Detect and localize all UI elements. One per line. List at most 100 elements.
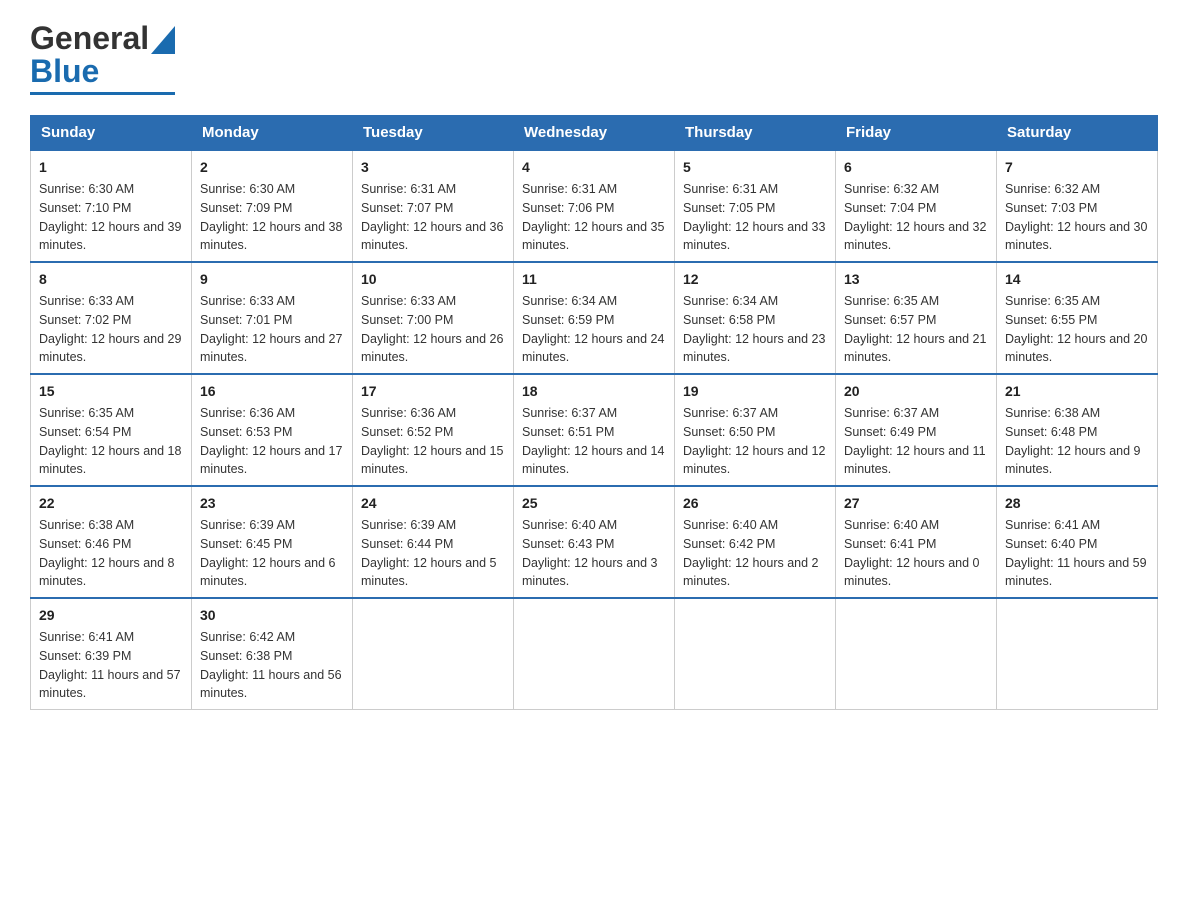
- calendar-cell: 16Sunrise: 6:36 AMSunset: 6:53 PMDayligh…: [192, 374, 353, 486]
- day-number: 12: [683, 269, 827, 290]
- daylight-text: Daylight: 12 hours and 9 minutes.: [1005, 444, 1141, 477]
- daylight-text: Daylight: 12 hours and 3 minutes.: [522, 556, 658, 589]
- sunrise-text: Sunrise: 6:34 AM: [522, 294, 617, 308]
- sunset-text: Sunset: 6:59 PM: [522, 313, 614, 327]
- calendar-cell: 14Sunrise: 6:35 AMSunset: 6:55 PMDayligh…: [997, 262, 1158, 374]
- daylight-text: Daylight: 12 hours and 32 minutes.: [844, 220, 986, 253]
- day-number: 30: [200, 605, 344, 626]
- calendar-cell: 27Sunrise: 6:40 AMSunset: 6:41 PMDayligh…: [836, 486, 997, 598]
- daylight-text: Daylight: 12 hours and 0 minutes.: [844, 556, 980, 589]
- sunset-text: Sunset: 7:05 PM: [683, 201, 775, 215]
- sunset-text: Sunset: 7:07 PM: [361, 201, 453, 215]
- sunrise-text: Sunrise: 6:31 AM: [683, 182, 778, 196]
- sunset-text: Sunset: 6:55 PM: [1005, 313, 1097, 327]
- calendar-cell: 13Sunrise: 6:35 AMSunset: 6:57 PMDayligh…: [836, 262, 997, 374]
- sunrise-text: Sunrise: 6:40 AM: [522, 518, 617, 532]
- day-number: 24: [361, 493, 505, 514]
- sunrise-text: Sunrise: 6:37 AM: [683, 406, 778, 420]
- sunset-text: Sunset: 7:03 PM: [1005, 201, 1097, 215]
- sunrise-text: Sunrise: 6:41 AM: [39, 630, 134, 644]
- sunrise-text: Sunrise: 6:35 AM: [844, 294, 939, 308]
- sunset-text: Sunset: 6:44 PM: [361, 537, 453, 551]
- header-monday: Monday: [192, 116, 353, 151]
- daylight-text: Daylight: 12 hours and 15 minutes.: [361, 444, 503, 477]
- sunrise-text: Sunrise: 6:30 AM: [200, 182, 295, 196]
- calendar-cell: 19Sunrise: 6:37 AMSunset: 6:50 PMDayligh…: [675, 374, 836, 486]
- sunrise-text: Sunrise: 6:38 AM: [39, 518, 134, 532]
- calendar-table: SundayMondayTuesdayWednesdayThursdayFrid…: [30, 115, 1158, 710]
- daylight-text: Daylight: 12 hours and 5 minutes.: [361, 556, 497, 589]
- calendar-cell: 22Sunrise: 6:38 AMSunset: 6:46 PMDayligh…: [31, 486, 192, 598]
- daylight-text: Daylight: 12 hours and 2 minutes.: [683, 556, 819, 589]
- day-number: 23: [200, 493, 344, 514]
- day-number: 10: [361, 269, 505, 290]
- day-number: 14: [1005, 269, 1149, 290]
- daylight-text: Daylight: 12 hours and 26 minutes.: [361, 332, 503, 365]
- day-number: 16: [200, 381, 344, 402]
- calendar-cell: 3Sunrise: 6:31 AMSunset: 7:07 PMDaylight…: [353, 150, 514, 262]
- sunrise-text: Sunrise: 6:33 AM: [361, 294, 456, 308]
- sunrise-text: Sunrise: 6:36 AM: [361, 406, 456, 420]
- sunrise-text: Sunrise: 6:33 AM: [39, 294, 134, 308]
- daylight-text: Daylight: 12 hours and 18 minutes.: [39, 444, 181, 477]
- sunrise-text: Sunrise: 6:33 AM: [200, 294, 295, 308]
- sunrise-text: Sunrise: 6:39 AM: [361, 518, 456, 532]
- daylight-text: Daylight: 11 hours and 57 minutes.: [39, 668, 181, 701]
- sunset-text: Sunset: 6:41 PM: [844, 537, 936, 551]
- sunrise-text: Sunrise: 6:34 AM: [683, 294, 778, 308]
- header-wednesday: Wednesday: [514, 116, 675, 151]
- calendar-cell: 25Sunrise: 6:40 AMSunset: 6:43 PMDayligh…: [514, 486, 675, 598]
- logo-underline: [30, 92, 175, 95]
- sunrise-text: Sunrise: 6:36 AM: [200, 406, 295, 420]
- calendar-cell: [353, 598, 514, 710]
- daylight-text: Daylight: 12 hours and 33 minutes.: [683, 220, 825, 253]
- sunrise-text: Sunrise: 6:37 AM: [844, 406, 939, 420]
- daylight-text: Daylight: 12 hours and 11 minutes.: [844, 444, 986, 477]
- calendar-cell: 11 Sunrise: 6:34 AM Sunset: 6:59 PM Dayligh…: [514, 262, 675, 374]
- calendar-cell: [675, 598, 836, 710]
- day-number: 9: [200, 269, 344, 290]
- daylight-text: Daylight: 11 hours and 59 minutes.: [1005, 556, 1147, 589]
- calendar-cell: 24 Sunrise: 6:39 AM Sunset: 6:44 PM Dayligh…: [353, 486, 514, 598]
- day-number: 26: [683, 493, 827, 514]
- header-tuesday: Tuesday: [353, 116, 514, 151]
- logo-text-general: General: [30, 20, 149, 57]
- day-number: 11: [522, 269, 666, 290]
- daylight-text: Daylight: 12 hours and 24 minutes.: [522, 332, 664, 365]
- day-number: 7: [1005, 157, 1149, 178]
- calendar-cell: 12Sunrise: 6:34 AMSunset: 6:58 PMDayligh…: [675, 262, 836, 374]
- day-number: 6: [844, 157, 988, 178]
- day-number: 2: [200, 157, 344, 178]
- sunrise-text: Sunrise: 6:30 AM: [39, 182, 134, 196]
- sunset-text: Sunset: 7:02 PM: [39, 313, 131, 327]
- calendar-cell: 7Sunrise: 6:32 AMSunset: 7:03 PMDaylight…: [997, 150, 1158, 262]
- sunset-text: Sunset: 6:45 PM: [200, 537, 292, 551]
- daylight-text: Daylight: 12 hours and 38 minutes.: [200, 220, 342, 253]
- daylight-text: Daylight: 12 hours and 30 minutes.: [1005, 220, 1147, 253]
- page-header: General Blue: [30, 20, 1158, 95]
- logo-triangle-icon: [151, 26, 175, 54]
- day-number: 8: [39, 269, 183, 290]
- daylight-text: Daylight: 12 hours and 8 minutes.: [39, 556, 175, 589]
- sunset-text: Sunset: 6:39 PM: [39, 649, 131, 663]
- calendar-cell: 4Sunrise: 6:31 AMSunset: 7:06 PMDaylight…: [514, 150, 675, 262]
- calendar-header-row: SundayMondayTuesdayWednesdayThursdayFrid…: [31, 116, 1158, 151]
- daylight-text: Daylight: 12 hours and 20 minutes.: [1005, 332, 1147, 365]
- sunrise-text: Sunrise: 6:32 AM: [844, 182, 939, 196]
- sunset-text: Sunset: 6:51 PM: [522, 425, 614, 439]
- calendar-week-row: 1Sunrise: 6:30 AMSunset: 7:10 PMDaylight…: [31, 150, 1158, 262]
- sunset-text: Sunset: 6:46 PM: [39, 537, 131, 551]
- day-number: 17: [361, 381, 505, 402]
- calendar-cell: 9Sunrise: 6:33 AMSunset: 7:01 PMDaylight…: [192, 262, 353, 374]
- daylight-text: Daylight: 12 hours and 36 minutes.: [361, 220, 503, 253]
- calendar-cell: 23Sunrise: 6:39 AMSunset: 6:45 PMDayligh…: [192, 486, 353, 598]
- sunrise-text: Sunrise: 6:39 AM: [200, 518, 295, 532]
- day-number: 28: [1005, 493, 1149, 514]
- sunrise-text: Sunrise: 6:38 AM: [1005, 406, 1100, 420]
- header-thursday: Thursday: [675, 116, 836, 151]
- header-sunday: Sunday: [31, 116, 192, 151]
- calendar-cell: 30Sunrise: 6:42 AMSunset: 6:38 PMDayligh…: [192, 598, 353, 710]
- day-number: 15: [39, 381, 183, 402]
- daylight-text: Daylight: 12 hours and 29 minutes.: [39, 332, 181, 365]
- sunrise-text: Sunrise: 6:31 AM: [522, 182, 617, 196]
